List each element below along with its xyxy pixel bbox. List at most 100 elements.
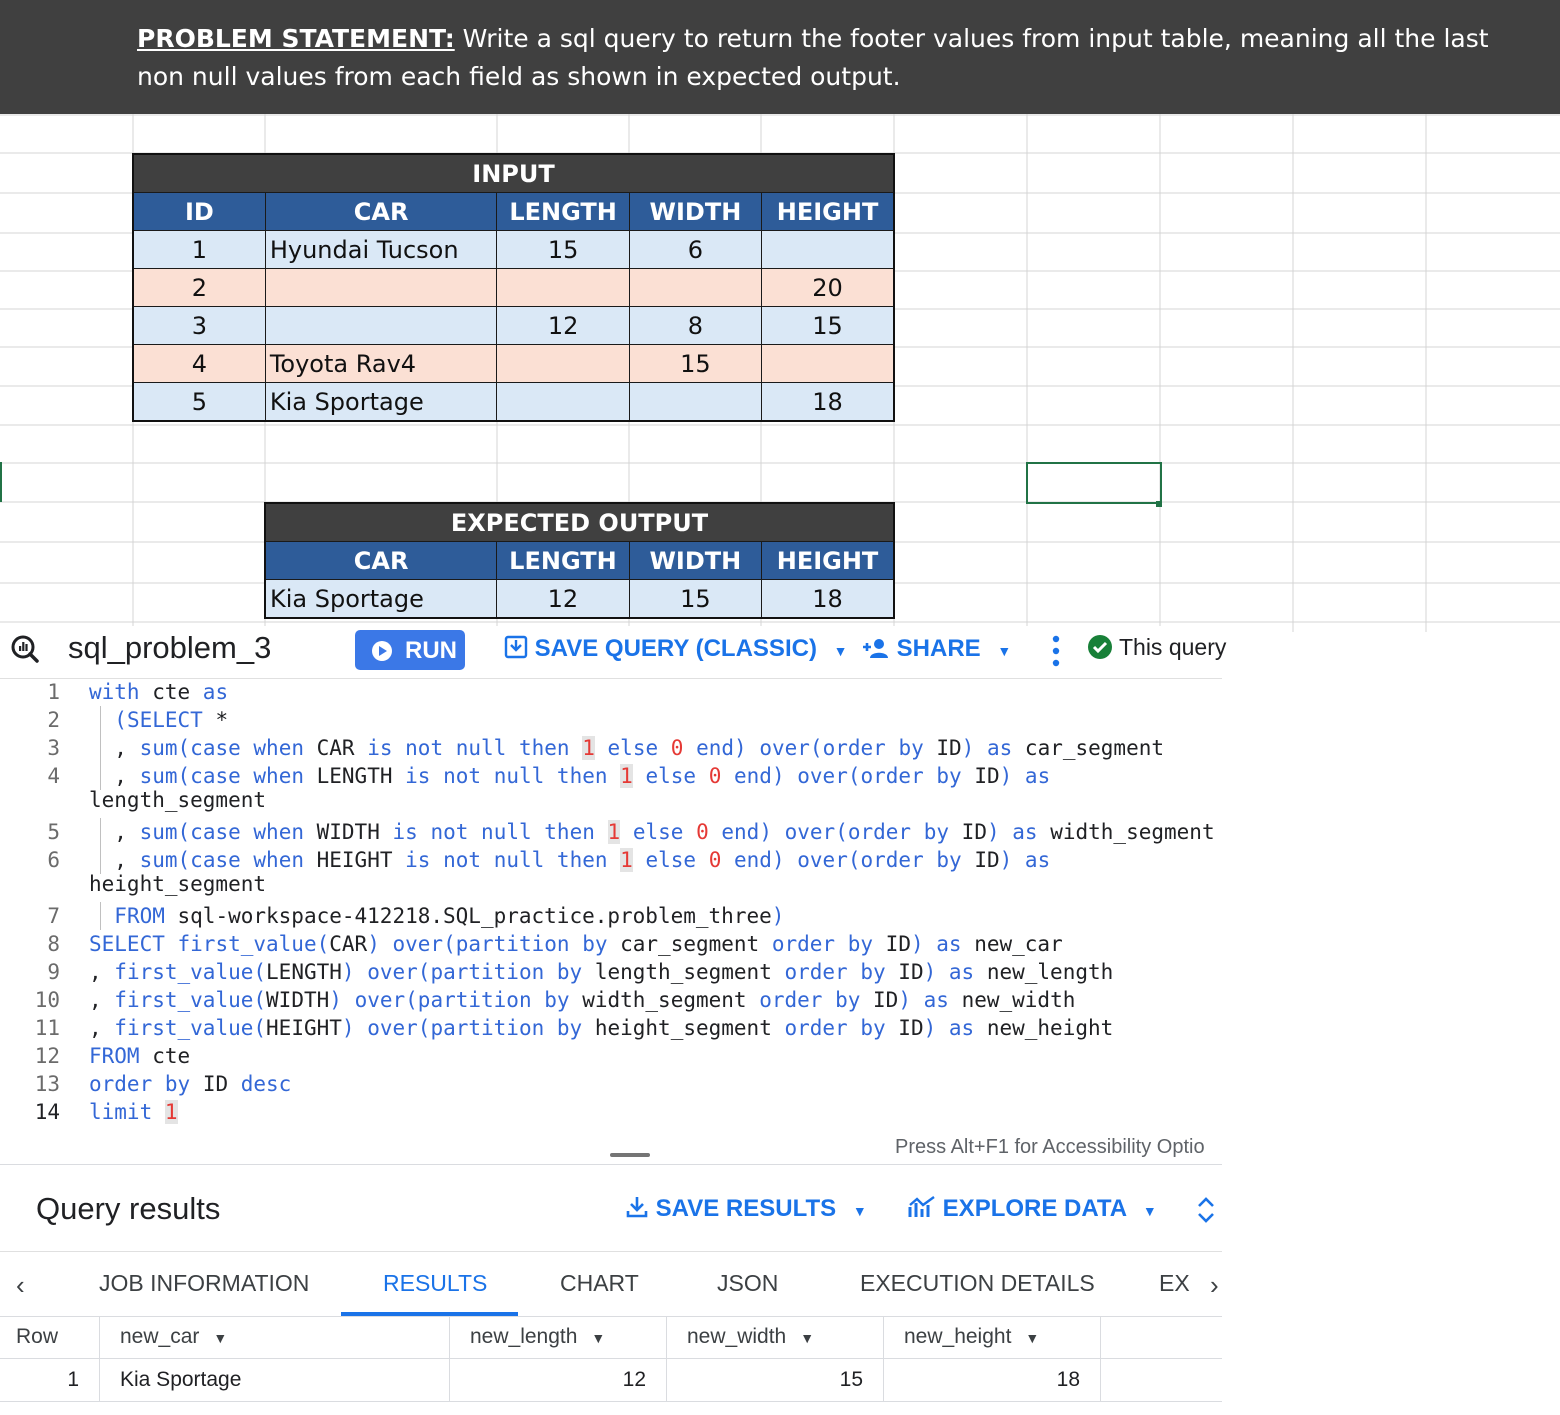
code-line: FROM cte bbox=[89, 1044, 191, 1068]
run-label: RUN bbox=[405, 637, 457, 664]
tab-execution-graph[interactable]: EX bbox=[1159, 1270, 1190, 1297]
sort-arrow-icon[interactable]: ▼ bbox=[213, 1330, 227, 1346]
cell-car: Hyundai Tucson bbox=[264, 230, 498, 269]
query-results-panel: Query results SAVE RESULTS ▼ EXPLORE DAT… bbox=[0, 1164, 1222, 1415]
chevron-down-icon: ▼ bbox=[997, 643, 1012, 659]
query-status: This query bbox=[1087, 634, 1226, 661]
line-number: 7 bbox=[47, 904, 60, 928]
cell-height bbox=[761, 230, 895, 269]
query-icon bbox=[11, 635, 39, 663]
input-row: 1 Hyundai Tucson 15 6 bbox=[132, 230, 895, 269]
cell-length bbox=[496, 344, 630, 383]
column-name: new_height bbox=[904, 1325, 1012, 1348]
share-button[interactable]: SHARE ▼ bbox=[862, 635, 1011, 663]
save-results-label: SAVE RESULTS bbox=[655, 1195, 837, 1222]
line-number: 10 bbox=[34, 988, 60, 1012]
code-line: order by ID desc bbox=[89, 1072, 292, 1096]
cell-car bbox=[264, 306, 498, 345]
chevron-down-icon: ▼ bbox=[1142, 1203, 1157, 1219]
save-results-button[interactable]: SAVE RESULTS ▼ bbox=[625, 1195, 867, 1223]
chevron-down-icon: ▼ bbox=[852, 1203, 867, 1219]
code-line: SELECT first_value(CAR) over(partition b… bbox=[89, 932, 1063, 956]
accessibility-hint: Press Alt+F1 for Accessibility Optio bbox=[895, 1136, 1205, 1158]
spreadsheet: INPUT ID CAR LENGTH WIDTH HEIGHT 1 Hyund… bbox=[0, 114, 1560, 632]
column-header-new-car[interactable]: new_car ▼ bbox=[100, 1316, 450, 1358]
cell-car bbox=[264, 268, 498, 307]
line-number: 14 bbox=[34, 1100, 60, 1124]
input-table-title: INPUT bbox=[132, 153, 895, 193]
tab-json[interactable]: JSON bbox=[717, 1270, 778, 1297]
code-line: , sum(case when CAR is not null then 1 e… bbox=[89, 736, 1164, 760]
line-number: 4 bbox=[47, 764, 60, 788]
sort-arrow-icon[interactable]: ▼ bbox=[1025, 1330, 1039, 1346]
play-icon bbox=[372, 641, 392, 661]
column-header-new-height[interactable]: new_height ▼ bbox=[884, 1316, 1101, 1358]
cell-length bbox=[496, 382, 630, 422]
chevron-right-icon[interactable]: › bbox=[1210, 1270, 1219, 1301]
line-number: 3 bbox=[47, 736, 60, 760]
line-number: 9 bbox=[47, 960, 60, 984]
sort-arrow-icon[interactable]: ▼ bbox=[591, 1330, 605, 1346]
cell-height: 18 bbox=[761, 579, 895, 619]
selected-cell[interactable] bbox=[1026, 462, 1162, 504]
check-circle-icon bbox=[1088, 635, 1112, 659]
cell-id: 4 bbox=[132, 344, 266, 383]
column-header-new-length[interactable]: new_length ▼ bbox=[450, 1316, 667, 1358]
tab-chart[interactable]: CHART bbox=[560, 1270, 639, 1297]
cell-width: 15 bbox=[628, 344, 763, 383]
run-button[interactable]: RUN bbox=[355, 630, 465, 670]
code-line: limit 1 bbox=[89, 1100, 178, 1124]
problem-label: PROBLEM STATEMENT: bbox=[137, 24, 455, 53]
explore-chart-icon bbox=[908, 1196, 935, 1217]
line-number: 8 bbox=[47, 932, 60, 956]
save-query-button[interactable]: SAVE QUERY (CLASSIC) ▼ bbox=[504, 635, 847, 663]
column-header-new-width[interactable]: new_width ▼ bbox=[667, 1316, 884, 1358]
expand-collapse-icon[interactable] bbox=[1196, 1195, 1216, 1225]
cell-length: 15 bbox=[496, 230, 630, 269]
output-header-length: LENGTH bbox=[496, 541, 630, 580]
query-title[interactable]: sql_problem_3 bbox=[68, 630, 271, 666]
line-number: 1 bbox=[47, 680, 60, 704]
cell-width: 15 bbox=[628, 579, 763, 619]
cell-height bbox=[761, 344, 895, 383]
cell-length: 12 bbox=[496, 579, 630, 619]
code-line: , sum(case when WIDTH is not null then 1… bbox=[89, 820, 1215, 844]
code-line: , first_value(LENGTH) over(partition by … bbox=[89, 960, 1114, 984]
sql-editor[interactable]: 1 2 3 4 5 6 7 8 9 10 11 12 13 14 with ct… bbox=[0, 680, 1222, 1136]
input-header-width: WIDTH bbox=[628, 192, 763, 231]
more-options-icon[interactable] bbox=[1049, 634, 1063, 668]
cell-height: 15 bbox=[761, 306, 895, 345]
column-name: new_length bbox=[470, 1325, 578, 1348]
explore-data-button[interactable]: EXPLORE DATA ▼ bbox=[908, 1195, 1157, 1223]
chevron-left-icon[interactable]: ‹ bbox=[16, 1270, 25, 1301]
output-header-height: HEIGHT bbox=[761, 541, 895, 580]
add-person-icon bbox=[863, 639, 888, 658]
expected-output-table: EXPECTED OUTPUT CAR LENGTH WIDTH HEIGHT … bbox=[264, 502, 895, 619]
input-header-height: HEIGHT bbox=[761, 192, 895, 231]
problem-statement: PROBLEM STATEMENT: Write a sql query to … bbox=[137, 20, 1527, 96]
save-query-label: SAVE QUERY (CLASSIC) bbox=[534, 635, 817, 662]
table-row: 1 Kia Sportage 12 15 18 bbox=[0, 1359, 1222, 1402]
row-number: 1 bbox=[0, 1359, 100, 1401]
cell-id: 2 bbox=[132, 268, 266, 307]
output-header-car: CAR bbox=[264, 541, 498, 580]
tab-results[interactable]: RESULTS bbox=[383, 1270, 487, 1297]
output-header-width: WIDTH bbox=[628, 541, 763, 580]
cell-height: 18 bbox=[761, 382, 895, 422]
resize-handle[interactable] bbox=[610, 1153, 650, 1157]
query-toolbar: sql_problem_3 RUN SAVE QUERY (CLASSIC) ▼… bbox=[0, 626, 1226, 679]
chevron-down-icon: ▼ bbox=[833, 643, 848, 659]
code-line: , sum(case when HEIGHT is not null then … bbox=[89, 848, 1051, 896]
tab-execution-details[interactable]: EXECUTION DETAILS bbox=[860, 1270, 1095, 1297]
output-row: Kia Sportage 12 15 18 bbox=[264, 579, 895, 619]
fill-handle[interactable] bbox=[1156, 501, 1162, 507]
cell-new-height: 18 bbox=[884, 1359, 1101, 1401]
cell-car: Toyota Rav4 bbox=[264, 344, 498, 383]
code-line: (SELECT * bbox=[114, 708, 229, 732]
sort-arrow-icon[interactable]: ▼ bbox=[800, 1330, 814, 1346]
code-line: , first_value(HEIGHT) over(partition by … bbox=[89, 1016, 1114, 1040]
input-header-car: CAR bbox=[264, 192, 498, 231]
input-row: 4 Toyota Rav4 15 bbox=[132, 344, 895, 383]
cell-new-length: 12 bbox=[450, 1359, 667, 1401]
tab-job-information[interactable]: JOB INFORMATION bbox=[99, 1270, 309, 1297]
